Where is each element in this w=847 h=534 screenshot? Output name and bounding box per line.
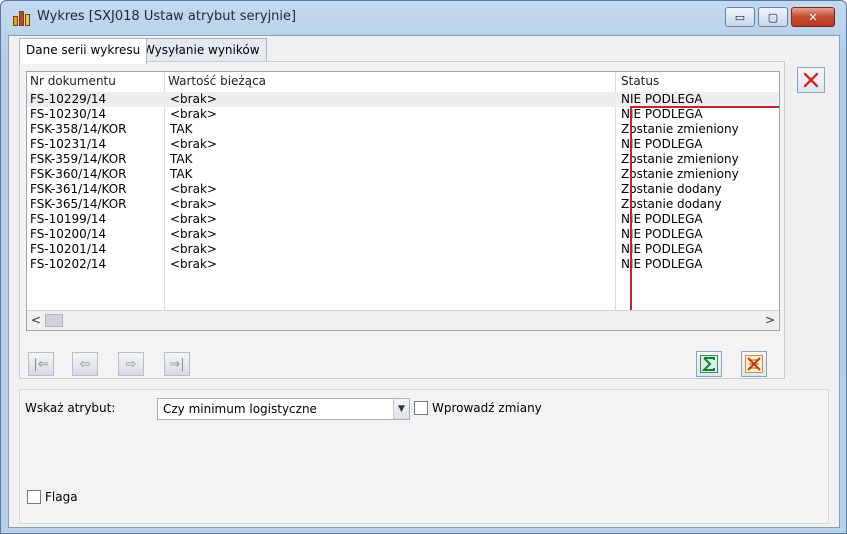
- table-row[interactable]: FSK-365/14/KOR <brak> Zostanie dodany: [27, 197, 779, 212]
- attribute-select-value: Czy minimum logistyczne: [163, 402, 317, 416]
- table-cell: FSK-361/14/KOR: [30, 182, 127, 196]
- clear-button[interactable]: [741, 351, 767, 377]
- table-cell: FS-10199/14: [30, 212, 107, 226]
- table-cell: <brak>: [170, 107, 217, 121]
- maximize-button[interactable]: ▢: [758, 7, 788, 27]
- table-cell: FS-10200/14: [30, 227, 107, 241]
- column-header-status[interactable]: Status: [621, 74, 659, 88]
- table-cell: Zostanie dodany: [621, 197, 722, 211]
- attribute-label: Wskaż atrybut:: [25, 401, 116, 415]
- table-row[interactable]: FSK-359/14/KOR TAK Zostanie zmieniony: [27, 152, 779, 167]
- table-cell: FSK-359/14/KOR: [30, 152, 127, 166]
- tab-page: Nr dokumentu Wartość bieżąca Status FS-1…: [19, 61, 785, 379]
- scroll-left-button[interactable]: <: [28, 313, 44, 327]
- flag-checkbox[interactable]: [27, 490, 41, 504]
- sigma-icon: [700, 355, 718, 373]
- table-cell: NIE PODLEGA: [621, 212, 703, 226]
- column-header-nr[interactable]: Nr dokumentu: [30, 74, 116, 88]
- table-cell: NIE PODLEGA: [621, 137, 703, 151]
- table-row[interactable]: FSK-360/14/KOR TAK Zostanie zmieniony: [27, 167, 779, 182]
- chevron-down-icon[interactable]: ▼: [393, 399, 409, 419]
- tab-wysylanie-wynikow[interactable]: Wysyłanie wyników: [136, 38, 267, 62]
- previous-record-button[interactable]: ⇦: [72, 352, 98, 376]
- table-cell: FS-10229/14: [30, 92, 107, 106]
- arrow-right-icon: ⇨: [125, 356, 137, 372]
- table-cell: FSK-360/14/KOR: [30, 167, 127, 181]
- table-cell: <brak>: [170, 137, 217, 151]
- table-row[interactable]: FS-10202/14 <brak> NIE PODLEGA: [27, 257, 779, 272]
- table-cell: TAK: [170, 122, 193, 136]
- first-icon: |⇐: [33, 356, 49, 372]
- table-cell: FSK-365/14/KOR: [30, 197, 127, 211]
- main-window: Wykres [SXJ018 Ustaw atrybut seryjnie] ▭…: [0, 0, 847, 534]
- table-row[interactable]: FS-10199/14 <brak> NIE PODLEGA: [27, 212, 779, 227]
- table-cell: FS-10231/14: [30, 137, 107, 151]
- last-record-button[interactable]: ⇒|: [164, 352, 190, 376]
- minimize-button[interactable]: ▭: [725, 7, 755, 27]
- last-icon: ⇒|: [169, 356, 185, 372]
- attribute-panel: Wskaż atrybut: Czy minimum logistyczne ▼…: [19, 389, 829, 524]
- chart-app-icon: [13, 10, 31, 26]
- table-row[interactable]: FS-10200/14 <brak> NIE PODLEGA: [27, 227, 779, 242]
- table-cell: TAK: [170, 167, 193, 181]
- apply-changes-checkbox[interactable]: [414, 401, 428, 415]
- table-cell: <brak>: [170, 212, 217, 226]
- table-row[interactable]: FS-10201/14 <brak> NIE PODLEGA: [27, 242, 779, 257]
- flag-label[interactable]: Flaga: [45, 490, 78, 504]
- attribute-select[interactable]: Czy minimum logistyczne ▼: [157, 398, 410, 420]
- table-row[interactable]: FSK-361/14/KOR <brak> Zostanie dodany: [27, 182, 779, 197]
- table-cell: Zostanie zmieniony: [621, 167, 739, 181]
- first-record-button[interactable]: |⇐: [28, 352, 54, 376]
- table-cell: <brak>: [170, 242, 217, 256]
- next-record-button[interactable]: ⇨: [118, 352, 144, 376]
- table-row[interactable]: FS-10229/14 <brak> NIE PODLEGA: [27, 92, 779, 107]
- table-cell: NIE PODLEGA: [621, 107, 703, 121]
- scroll-thumb[interactable]: [45, 314, 63, 327]
- documents-grid[interactable]: Nr dokumentu Wartość bieżąca Status FS-1…: [26, 71, 780, 331]
- title-bar[interactable]: Wykres [SXJ018 Ustaw atrybut seryjnie] ▭…: [1, 1, 846, 33]
- table-cell: FS-10202/14: [30, 257, 107, 271]
- table-cell: <brak>: [170, 92, 217, 106]
- arrow-left-icon: ⇦: [79, 356, 91, 372]
- table-cell: Zostanie zmieniony: [621, 122, 739, 136]
- delete-button[interactable]: [797, 67, 825, 93]
- table-cell: TAK: [170, 152, 193, 166]
- sum-button[interactable]: [696, 351, 722, 377]
- table-cell: FSK-358/14/KOR: [30, 122, 127, 136]
- horizontal-scrollbar[interactable]: < >: [27, 310, 779, 330]
- table-cell: FS-10201/14: [30, 242, 107, 256]
- table-cell: Zostanie dodany: [621, 182, 722, 196]
- client-area: Dane serii wykresu Wysyłanie wyników Nr …: [8, 35, 840, 528]
- table-row[interactable]: FS-10230/14 <brak> NIE PODLEGA: [27, 107, 779, 122]
- table-cell: Zostanie zmieniony: [621, 152, 739, 166]
- table-row[interactable]: FS-10231/14 <brak> NIE PODLEGA: [27, 137, 779, 152]
- table-cell: <brak>: [170, 182, 217, 196]
- table-cell: NIE PODLEGA: [621, 227, 703, 241]
- table-cell: NIE PODLEGA: [621, 242, 703, 256]
- table-cell: <brak>: [170, 227, 217, 241]
- tab-dane-serii[interactable]: Dane serii wykresu: [19, 38, 148, 64]
- window-title: Wykres [SXJ018 Ustaw atrybut seryjnie]: [37, 9, 297, 24]
- close-icon: [803, 72, 819, 88]
- table-cell: <brak>: [170, 257, 217, 271]
- clear-filter-icon: [745, 355, 763, 373]
- table-cell: <brak>: [170, 197, 217, 211]
- table-cell: FS-10230/14: [30, 107, 107, 121]
- table-row[interactable]: FSK-358/14/KOR TAK Zostanie zmieniony: [27, 122, 779, 137]
- table-cell: NIE PODLEGA: [621, 92, 703, 106]
- table-cell: NIE PODLEGA: [621, 257, 703, 271]
- close-window-button[interactable]: ✕: [791, 7, 835, 27]
- column-header-wartosc[interactable]: Wartość bieżąca: [168, 74, 266, 88]
- scroll-right-button[interactable]: >: [762, 313, 778, 327]
- apply-changes-label[interactable]: Wprowadź zmiany: [432, 401, 542, 415]
